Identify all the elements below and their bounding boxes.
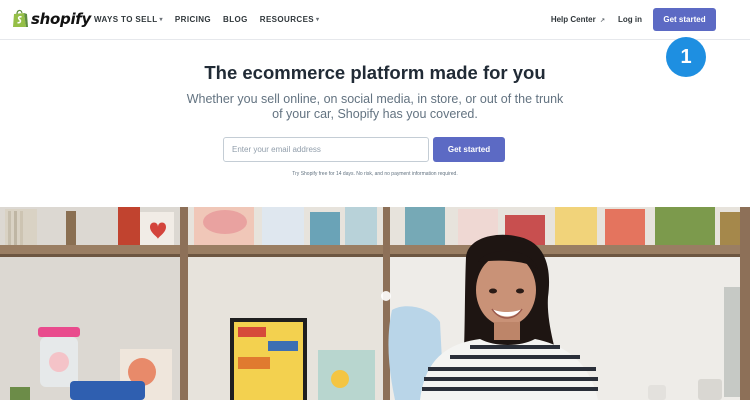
help-center-label: Help Center [550, 15, 596, 24]
nav-link-label: WAYS TO SELL [94, 15, 158, 24]
top-nav: shopify WAYS TO SELL ▾ PRICING BLOG RESO… [0, 0, 750, 40]
email-input[interactable] [223, 137, 429, 162]
nav-link-label: BLOG [223, 15, 248, 24]
get-started-button[interactable]: Get started [653, 8, 716, 31]
hero-get-started-button[interactable]: Get started [433, 137, 505, 162]
chevron-down-icon: ▾ [316, 17, 320, 23]
hero-subtitle: Whether you sell online, on social media… [186, 92, 564, 121]
hero-photo [0, 207, 750, 400]
shopify-logo[interactable]: shopify [12, 9, 91, 28]
brand-name: shopify [31, 9, 91, 28]
login-link[interactable]: Log in [618, 15, 642, 24]
shopping-bag-icon [13, 9, 28, 27]
chevron-down-icon: ▾ [159, 17, 163, 23]
nav-blog[interactable]: BLOG [223, 15, 248, 24]
external-link-icon: ↗ [599, 18, 605, 24]
hero-title: The ecommerce platform made for you [204, 62, 546, 83]
nav-pricing[interactable]: PRICING [175, 15, 211, 24]
nav-ways-to-sell[interactable]: WAYS TO SELL ▾ [94, 15, 163, 24]
merchant-photo [0, 207, 750, 400]
help-center-link[interactable]: Help Center ↗ [551, 15, 605, 24]
nav-link-label: PRICING [174, 15, 212, 24]
trial-disclaimer: Try Shopify free for 14 days. No risk, a… [292, 171, 458, 177]
nav-resources[interactable]: RESOURCES ▾ [260, 15, 320, 24]
nav-link-label: RESOURCES [259, 15, 315, 24]
primary-nav: WAYS TO SELL ▾ PRICING BLOG RESOURCES ▾ [94, 15, 319, 24]
